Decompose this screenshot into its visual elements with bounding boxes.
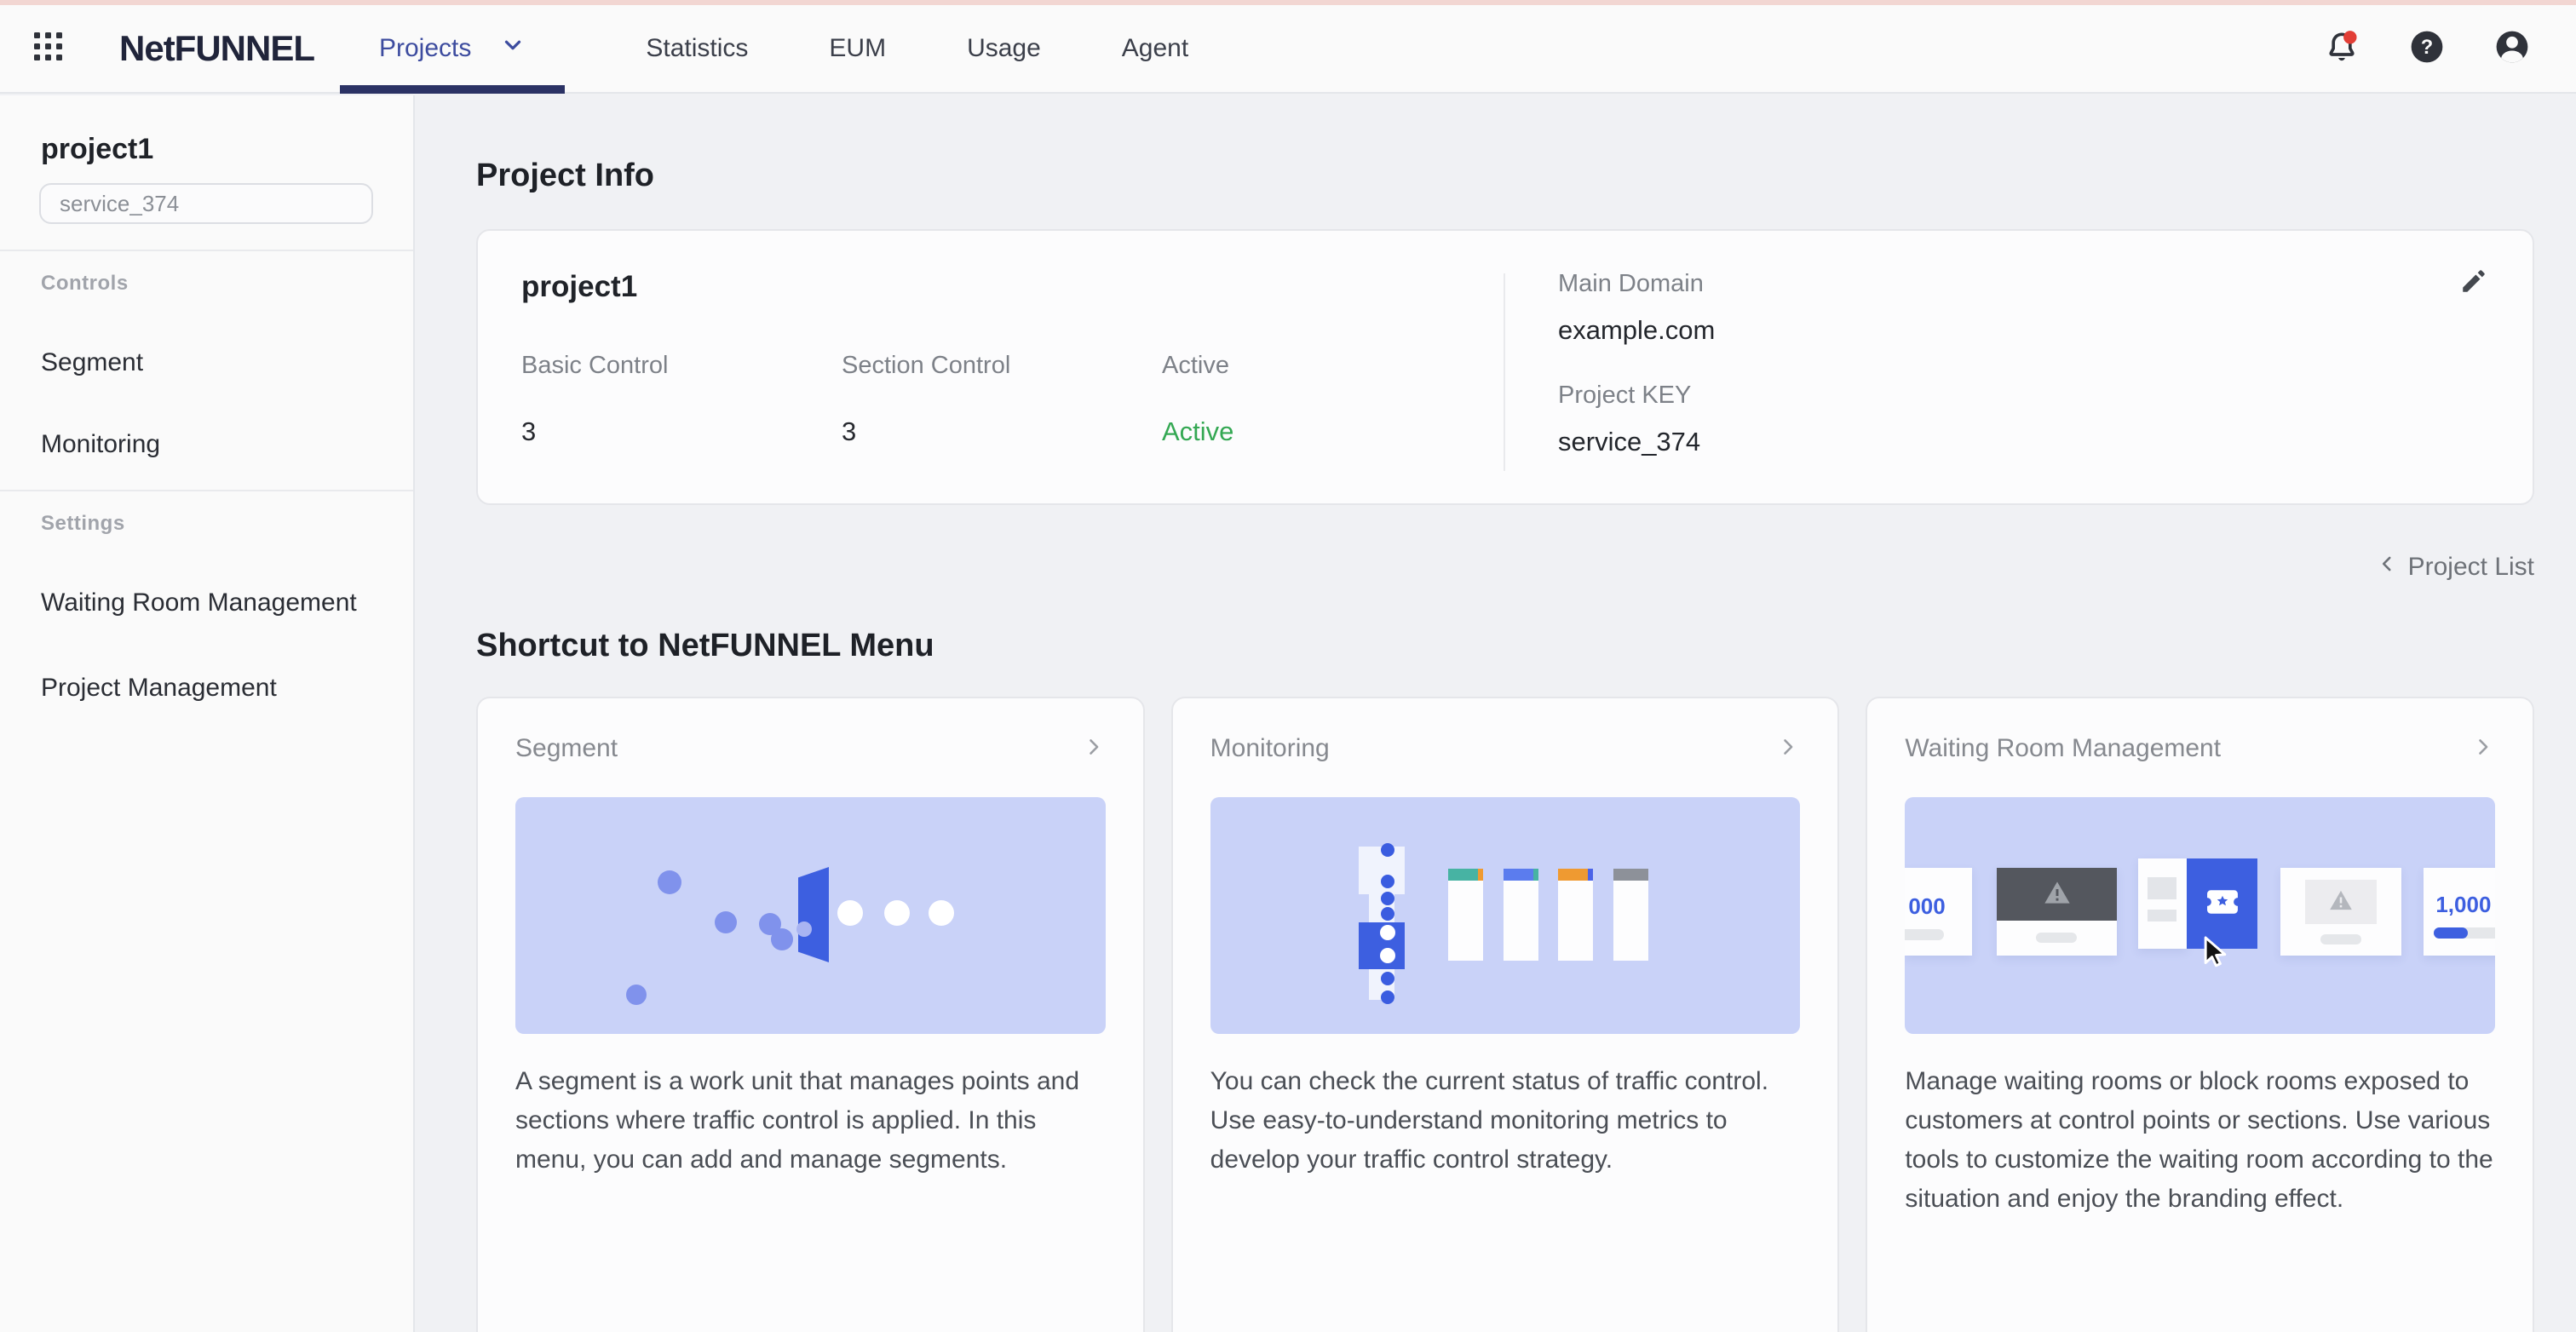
status-badge: Active [1162, 416, 1482, 447]
stat-section-control: Section Control 3 [842, 352, 1162, 447]
help-button[interactable]: ? [2409, 31, 2445, 66]
detail-main-domain: Main Domain example.com [1558, 270, 2533, 346]
monitoring-illustration [1210, 797, 1801, 1034]
card-description: You can check the current status of traf… [1210, 1062, 1801, 1180]
controls-section-label: Controls [41, 272, 413, 296]
waiting-room-thumb [2280, 868, 2401, 956]
warning-triangle-icon [2044, 880, 2071, 910]
tab-statistics[interactable]: Statistics [646, 34, 748, 63]
detail-label: Project KEY [1558, 382, 2533, 410]
shortcut-card-waiting-room[interactable]: Waiting Room Management 000 [1866, 697, 2534, 1332]
active-tab-underline [340, 85, 565, 94]
waiting-room-thumb: 1,000 [2424, 868, 2495, 956]
project-summary: project1 Basic Control 3 Section Control… [478, 231, 1504, 503]
sidebar-divider [0, 490, 413, 491]
top-navigation-bar: NetFUNNEL Projects Statistics EUM Usage … [0, 5, 2576, 94]
card-title: Waiting Room Management [1905, 734, 2221, 763]
project-details: Main Domain example.com Project KEY serv… [1505, 231, 2533, 503]
waiting-room-thumb [2138, 858, 2187, 949]
detail-value: example.com [1558, 315, 2533, 346]
card-title: Segment [515, 734, 618, 763]
sidebar-item-monitoring[interactable]: Monitoring [41, 430, 413, 459]
detail-value: service_374 [1558, 427, 2533, 457]
shortcut-card-monitoring[interactable]: Monitoring [1171, 697, 1840, 1332]
detail-label: Main Domain [1558, 270, 2533, 298]
stat-active: Active Active [1162, 352, 1482, 447]
project-key-field[interactable]: service_374 [39, 183, 373, 224]
chevron-right-icon[interactable] [2471, 735, 2495, 763]
chevron-right-icon[interactable] [1776, 735, 1800, 763]
chevron-left-icon [2376, 553, 2398, 582]
waiting-room-thumb: 000 [1905, 868, 1972, 956]
stat-label: Basic Control [521, 352, 842, 380]
stat-label: Section Control [842, 352, 1162, 380]
project-key-value: service_374 [60, 191, 179, 217]
settings-section-label: Settings [41, 512, 413, 536]
monitor-bar [1558, 869, 1593, 961]
card-title: Monitoring [1210, 734, 1330, 763]
tab-projects-label: Projects [379, 34, 471, 63]
project-list-link[interactable]: Project List [2376, 553, 2534, 582]
shortcut-card-segment[interactable]: Segment A segment is [476, 697, 1145, 1332]
sidebar-item-segment[interactable]: Segment [41, 348, 413, 377]
card-header: Waiting Room Management [1905, 734, 2495, 763]
account-icon [2494, 29, 2530, 69]
card-description: A segment is a work unit that manages po… [515, 1062, 1106, 1180]
pencil-icon [2459, 267, 2488, 300]
project-name: project1 [521, 270, 1504, 304]
block-room-thumb [1997, 868, 2117, 956]
notifications-button[interactable] [2324, 31, 2360, 66]
main-nav: Projects Statistics EUM Usage Agent [340, 5, 1188, 92]
stat-value: 3 [842, 416, 1162, 447]
shortcut-cards: Segment A segment is [476, 697, 2534, 1332]
card-header: Segment [515, 734, 1106, 763]
project-list-label: Project List [2408, 553, 2534, 582]
project-sidebar: project1 service_374 Controls Segment Mo… [0, 95, 415, 1332]
help-icon: ? [2409, 29, 2445, 69]
grid-icon [34, 32, 63, 66]
monitor-bar [1448, 869, 1483, 961]
project-info-card: project1 Basic Control 3 Section Control… [476, 229, 2534, 505]
account-button[interactable] [2494, 31, 2530, 66]
chevron-right-icon[interactable] [1082, 735, 1106, 763]
card-description: Manage waiting rooms or block rooms expo… [1905, 1062, 2495, 1219]
page-title: Project Info [476, 158, 2534, 194]
waiting-room-illustration: 000 [1905, 797, 2495, 1034]
monitor-bar [1613, 869, 1648, 961]
netfunnel-logo: NetFUNNEL [119, 28, 314, 69]
tab-agent[interactable]: Agent [1122, 34, 1188, 63]
tab-projects[interactable]: Projects [340, 5, 565, 92]
bell-icon [2324, 29, 2360, 69]
tab-eum[interactable]: EUM [829, 34, 886, 63]
warning-triangle-icon [2329, 889, 2353, 916]
netfunnel-app: NetFUNNEL Projects Statistics EUM Usage … [0, 0, 2576, 1332]
detail-project-key: Project KEY service_374 [1558, 382, 2533, 457]
stat-label: Active [1162, 352, 1482, 380]
tab-usage[interactable]: Usage [967, 34, 1041, 63]
sidebar-project-name: project1 [41, 133, 413, 166]
monitor-bar [1504, 869, 1538, 961]
edit-project-button[interactable] [2458, 267, 2490, 299]
sidebar-item-waiting-room[interactable]: Waiting Room Management [41, 588, 413, 617]
door-shape [798, 867, 829, 962]
sidebar-item-project-management[interactable]: Project Management [41, 674, 413, 703]
main-content: Project Info project1 Basic Control 3 Se… [417, 95, 2576, 1332]
svg-text:?: ? [2421, 37, 2433, 59]
stat-basic-control: Basic Control 3 [521, 352, 842, 447]
ticket-icon [2206, 889, 2239, 919]
segment-illustration [515, 797, 1106, 1034]
project-list-row: Project List [476, 553, 2534, 582]
shortcut-section-title: Shortcut to NetFUNNEL Menu [476, 628, 2534, 664]
stat-value: 3 [521, 416, 842, 447]
card-header: Monitoring [1210, 734, 1801, 763]
project-stats: Basic Control 3 Section Control 3 Active… [521, 352, 1504, 447]
app-launcher-button[interactable] [34, 34, 63, 63]
mouse-cursor-icon [2194, 933, 2234, 977]
sidebar-divider [0, 250, 413, 251]
chevron-down-icon [500, 32, 526, 65]
header-actions: ? [2324, 31, 2530, 66]
